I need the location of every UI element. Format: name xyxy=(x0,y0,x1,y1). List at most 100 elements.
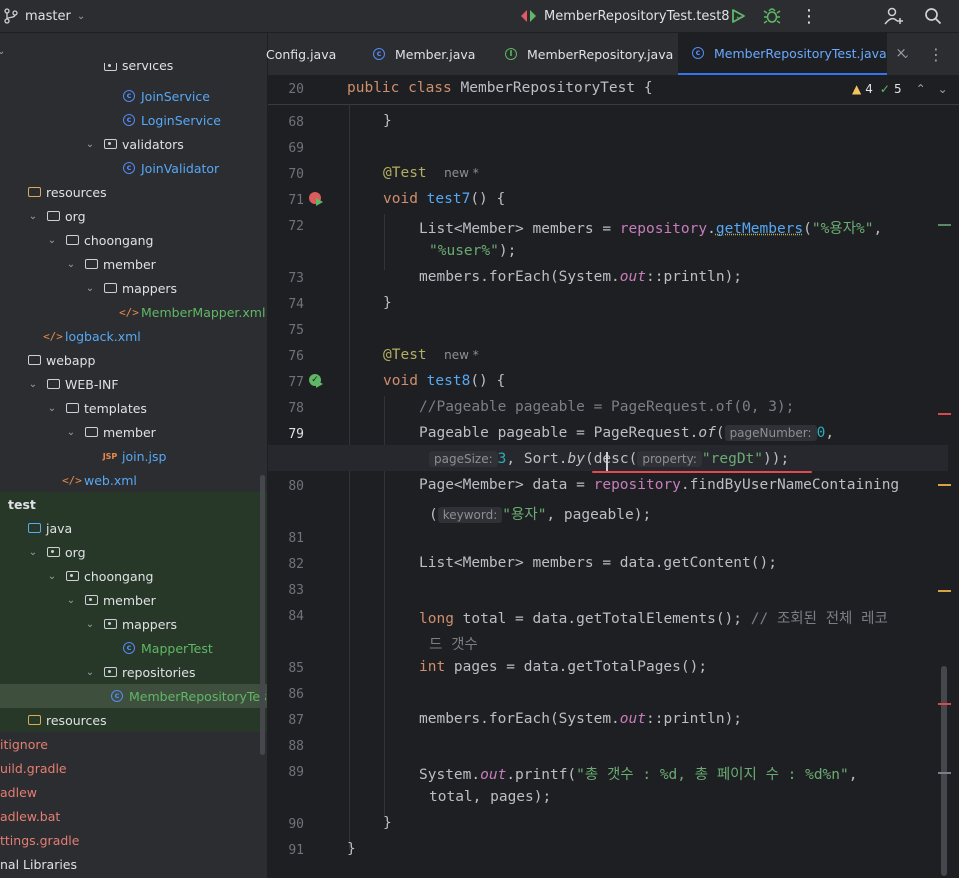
warning-count: 4 xyxy=(865,82,873,96)
tree-item[interactable]: nal Libraries xyxy=(0,852,267,876)
run-test-arrow-icon xyxy=(316,380,323,388)
tab-label: MemberRepository.java xyxy=(527,46,674,62)
tab-member-java[interactable]: c Member.java xyxy=(371,33,475,75)
code-line-77: void test8() { xyxy=(383,373,506,389)
code-line-80-wrap: (keyword: "용자", pageable); xyxy=(429,507,652,523)
folder-icon xyxy=(26,353,42,367)
tree-item-label: validators xyxy=(122,136,184,152)
inspections-widget[interactable]: ▲ 4 ✓ 5 ⌃ ⌄ xyxy=(852,82,948,96)
tab-member-repository-java[interactable]: I MemberRepository.java xyxy=(503,33,673,75)
tree-item-label: choongang xyxy=(84,232,154,248)
next-highlight-icon[interactable]: ⌄ xyxy=(938,82,948,96)
tree-item-label: member xyxy=(103,424,156,440)
tab-list-chevron-icon[interactable]: ⌄ xyxy=(901,33,910,75)
package-folder-icon xyxy=(45,545,61,559)
tree-item[interactable]: ⌄ choongang xyxy=(0,564,267,588)
chevron-down-icon[interactable]: ⌄ xyxy=(84,667,96,678)
line-number: 69 xyxy=(288,141,304,156)
tree-item[interactable]: c MapperTest xyxy=(0,636,267,660)
change-marker xyxy=(938,224,951,226)
chevron-down-icon[interactable]: ⌄ xyxy=(27,379,39,390)
code-line-76: @Test new * xyxy=(383,347,479,363)
tab-more-icon[interactable]: ⋮ xyxy=(928,33,944,75)
editor-scrollbar[interactable] xyxy=(941,666,947,876)
tree-item[interactable]: services xyxy=(0,63,267,73)
tree-item-label: LoginService xyxy=(141,112,221,128)
chevron-down-icon[interactable]: ⌄ xyxy=(65,595,77,606)
tree-scrollbar[interactable] xyxy=(260,475,265,755)
tree-item[interactable]: test xyxy=(0,492,267,516)
tree-item[interactable]: ⌄ mappers xyxy=(0,276,267,300)
tree-item[interactable]: webapp xyxy=(0,348,267,372)
run-button[interactable] xyxy=(730,0,746,32)
chevron-down-icon[interactable]: ⌄ xyxy=(84,139,96,150)
vcs-branch-widget[interactable]: master ⌄ xyxy=(4,0,85,32)
class-icon: c xyxy=(109,689,125,703)
folder-icon xyxy=(102,281,118,295)
chevron-down-icon[interactable]: ⌄ xyxy=(46,235,58,246)
chevron-down-icon[interactable]: ⌄ xyxy=(27,547,39,558)
tree-item[interactable]: adlew xyxy=(0,780,267,804)
run-icon xyxy=(732,9,745,23)
tree-item[interactable]: itignore xyxy=(0,732,267,756)
chevron-down-icon[interactable]: ⌄ xyxy=(65,259,77,270)
tree-item[interactable]: ⌄ WEB-INF xyxy=(0,372,267,396)
tree-item[interactable]: JSP join.jsp xyxy=(0,444,267,468)
code-editor[interactable]: ▲ 4 ✓ 5 ⌃ ⌄ 20 68 69 70 71 72 73 74 75 76 … xyxy=(268,76,959,878)
code-line-74: } xyxy=(383,295,392,311)
tree-item[interactable]: ⌄ member xyxy=(0,420,267,444)
tree-item[interactable]: </> web.xml xyxy=(0,468,267,492)
indent-guide xyxy=(384,214,385,270)
tree-item[interactable]: adlew.bat xyxy=(0,804,267,828)
error-underline xyxy=(592,471,812,473)
tree-item[interactable]: resources xyxy=(0,708,267,732)
run-config-label: MemberRepositoryTest.test8 xyxy=(544,8,730,24)
add-user-button[interactable] xyxy=(884,0,904,32)
tree-item[interactable]: c JoinService xyxy=(0,84,267,108)
tab-member-repository-test-java[interactable]: c MemberRepositoryTest.java × xyxy=(678,33,907,75)
code-line-71: void test7() { xyxy=(383,191,506,207)
check-icon: ✓ xyxy=(879,82,890,96)
tree-item[interactable]: c LoginService xyxy=(0,108,267,132)
tree-item[interactable]: ⌄ templates xyxy=(0,396,267,420)
chevron-down-icon[interactable]: ⌄ xyxy=(46,403,58,414)
tree-item[interactable]: resources xyxy=(0,180,267,204)
tree-item-label: itignore xyxy=(0,736,48,752)
tree-item[interactable]: ⌄ member xyxy=(0,252,267,276)
prev-highlight-icon[interactable]: ⌃ xyxy=(916,82,926,96)
tree-item[interactable]: ⌄ mappers xyxy=(0,612,267,636)
chevron-down-icon[interactable]: ⌄ xyxy=(46,571,58,582)
tree-item[interactable]: c MemberRepositoryTest xyxy=(0,684,267,708)
tree-item[interactable]: java xyxy=(0,516,267,540)
tree-item-label: member xyxy=(103,592,156,608)
search-button[interactable] xyxy=(924,0,942,32)
chevron-down-icon[interactable]: ⌄ xyxy=(27,211,39,222)
tree-item[interactable]: c JoinValidator xyxy=(0,156,267,180)
run-config-selector[interactable]: MemberRepositoryTest.test8 ⌄ xyxy=(520,0,743,32)
param-hint: pageSize: xyxy=(429,451,498,467)
tree-item[interactable]: ⌄ repositories xyxy=(0,660,267,684)
collapse-chevron-icon[interactable]: ⌄ xyxy=(0,46,5,57)
chevron-down-icon[interactable]: ⌄ xyxy=(65,427,77,438)
tab-label: Config.java xyxy=(266,46,337,62)
code-line-79: Pageable pageable = PageRequest.of(pageN… xyxy=(419,425,835,441)
tree-item[interactable]: ⌄ org xyxy=(0,204,267,228)
line-number-current: 79 xyxy=(288,427,304,442)
tree-item[interactable]: ⌄ validators xyxy=(0,132,267,156)
code-line-82: List<Member> members = data.getContent()… xyxy=(419,555,777,571)
tree-item[interactable]: ⌄ member xyxy=(0,588,267,612)
tree-item[interactable]: </> logback.xml xyxy=(0,324,267,348)
tree-item-label: MemberMapper.xml xyxy=(141,304,266,320)
chevron-down-icon[interactable]: ⌄ xyxy=(84,619,96,630)
chevron-down-icon[interactable]: ⌄ xyxy=(84,283,96,294)
tree-item[interactable]: uild.gradle xyxy=(0,756,267,780)
debug-button[interactable] xyxy=(763,0,781,32)
tree-item[interactable]: ⌄ org xyxy=(0,540,267,564)
tree-item[interactable]: ⌄ choongang xyxy=(0,228,267,252)
info-marker xyxy=(938,772,951,774)
tab-config-java[interactable]: Config.java xyxy=(266,33,337,75)
code-line-79-wrap: pageSize: 3, Sort.by(desc(property: "regDt… xyxy=(429,451,789,467)
more-actions-icon[interactable]: ⋮ xyxy=(800,0,818,32)
tree-item[interactable]: </> MemberMapper.xml xyxy=(0,300,267,324)
tree-item[interactable]: ttings.gradle xyxy=(0,828,267,852)
